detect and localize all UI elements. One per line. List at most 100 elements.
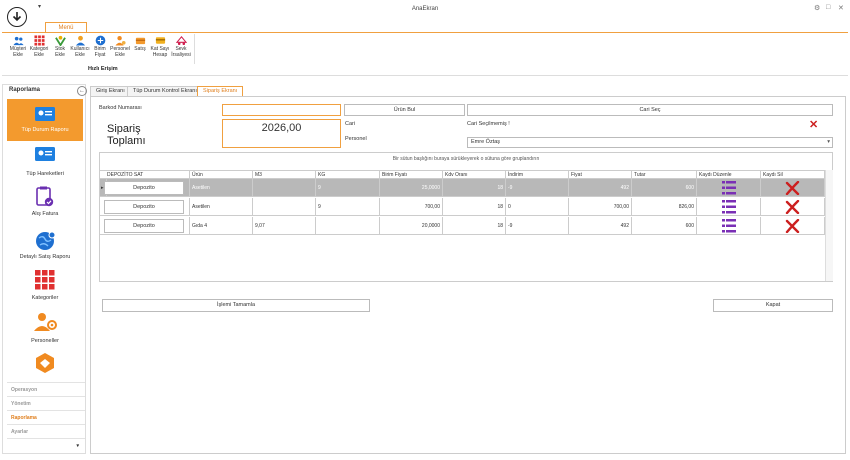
discount-cell[interactable]: -9 xyxy=(506,179,569,197)
sidebar-title: Raporlama xyxy=(9,87,41,93)
total-cell[interactable]: 826,00 xyxy=(632,198,697,216)
ribbon-stock-add-button[interactable]: Stok Ekle xyxy=(50,35,70,65)
product-cell[interactable]: Asetilen xyxy=(190,179,253,197)
order-total-title: Sipariş Toplamı xyxy=(107,123,146,147)
vat-cell[interactable]: 18 xyxy=(443,179,506,197)
tab-tube-status-control[interactable]: Tüp Durum Kontrol Ekranı xyxy=(127,86,203,96)
download-arrow-icon xyxy=(12,12,22,22)
kg-cell[interactable]: 9 xyxy=(316,198,380,216)
unit-price-cell[interactable]: 700,00 xyxy=(380,198,443,216)
staff-select-value: Emre Öztaş xyxy=(471,139,501,145)
total-cell[interactable]: 600 xyxy=(632,217,697,235)
ribbon-button-label: Müşteri Ekle xyxy=(9,46,27,58)
vat-cell[interactable]: 18 xyxy=(443,217,506,235)
table-row[interactable]: Depozito Asetilen 9 700,00 18 0 700,00 8… xyxy=(100,198,825,216)
user-add-icon xyxy=(75,35,85,46)
edit-list-icon[interactable] xyxy=(721,219,736,233)
table-row[interactable]: ▸ Depozito Asetilen 9 25,0000 18 -9 492 … xyxy=(100,179,825,197)
delete-x-icon[interactable] xyxy=(785,180,800,196)
close-button[interactable]: Kapat xyxy=(713,299,833,312)
ribbon-unit-price-button[interactable]: Birim Fiyat xyxy=(90,35,110,65)
m3-cell[interactable] xyxy=(253,198,316,216)
shipping-icon xyxy=(175,35,187,45)
ribbon-customer-add-button[interactable]: Müşteri Ekle xyxy=(8,35,28,65)
clear-account-icon[interactable]: ✕ xyxy=(809,118,818,131)
discount-cell[interactable]: -9 xyxy=(506,217,569,235)
sidebar-item-tube-status-report[interactable]: Tüp Durum Raporu xyxy=(7,99,83,141)
product-cell[interactable]: Gıda 4 xyxy=(190,217,253,235)
customers-icon xyxy=(12,36,24,46)
ribbon-button-label: Sevk İrsaliyesi xyxy=(171,46,191,58)
sidebar-back-button[interactable]: ← xyxy=(77,86,87,96)
ribbon-button-label: Satış xyxy=(134,46,146,52)
sidebar-group-reporting[interactable]: Raporlama xyxy=(7,410,85,424)
ribbon-category-add-button[interactable]: Kategori Ekle xyxy=(29,35,49,65)
edit-list-icon[interactable] xyxy=(721,181,736,195)
sidebar-item-label: Personeller xyxy=(31,338,59,344)
sidebar-item-purchase-invoice[interactable]: Alış Fatura xyxy=(7,186,83,222)
sidebar-item-detailed-sales-report[interactable]: Detaylı Satış Raporu xyxy=(7,230,83,266)
edit-list-icon[interactable] xyxy=(721,200,736,214)
staff-select[interactable]: Emre Öztaş ▾ xyxy=(467,137,833,148)
sidebar-more-dropdown[interactable]: ▾ xyxy=(7,438,85,452)
m3-cell[interactable]: 9,07 xyxy=(253,217,316,235)
kg-cell[interactable]: 9 xyxy=(316,179,380,197)
delete-x-icon[interactable] xyxy=(785,218,800,234)
find-product-button[interactable]: Ürün Bul xyxy=(344,104,465,116)
id-card-icon xyxy=(35,147,55,161)
sidebar-group-settings[interactable]: Ayarlar xyxy=(7,424,85,438)
deposit-sell-button[interactable]: Depozito xyxy=(104,181,184,195)
ribbon-group-divider xyxy=(194,34,195,64)
sidebar-group-operations[interactable]: Operasyon xyxy=(7,382,85,396)
ribbon-button-label: Personel Ekle xyxy=(110,46,130,58)
total-cell[interactable]: 600 xyxy=(632,179,697,197)
deposit-cell: Depozito xyxy=(100,198,190,216)
table-row[interactable]: Depozito Gıda 4 9,07 20,0000 18 -9 492 6… xyxy=(100,217,825,235)
complete-transaction-button[interactable]: İşlemi Tamamla xyxy=(102,299,370,312)
grid-header: DEPOZİTO SAT Ürün M3 KG Birim Fiyatı Kdv… xyxy=(100,170,825,180)
grid-icon xyxy=(35,270,55,290)
product-cell[interactable]: Asetilen xyxy=(190,198,253,216)
sidebar-item-tube-movements[interactable]: Tüp Hareketleri xyxy=(7,147,83,183)
discount-cell[interactable]: 0 xyxy=(506,198,569,216)
account-label: Cari xyxy=(345,121,356,127)
edit-cell xyxy=(697,217,761,235)
kg-cell[interactable] xyxy=(316,217,380,235)
price-cell[interactable]: 492 xyxy=(569,179,632,197)
ribbon-staff-add-button[interactable]: Personel Ekle xyxy=(110,35,130,65)
ribbon-shipping-note-button[interactable]: Sevk İrsaliyesi xyxy=(171,35,191,65)
m3-cell[interactable] xyxy=(253,179,316,197)
ribbon-multiplier-calc-button[interactable]: Kat Sayı Hesap xyxy=(150,35,170,65)
close-window-icon[interactable]: ✕ xyxy=(838,4,844,12)
unit-price-cell[interactable]: 20,0000 xyxy=(380,217,443,235)
delete-x-icon[interactable] xyxy=(785,199,800,215)
sidebar-item-label: Alış Fatura xyxy=(31,211,59,217)
sidebar-item-extra[interactable] xyxy=(7,352,83,376)
grid-vertical-scrollbar[interactable] xyxy=(825,170,833,281)
vat-cell[interactable]: 18 xyxy=(443,198,506,216)
sidebar-item-categories[interactable]: Kategoriler xyxy=(7,270,83,306)
deposit-sell-button[interactable]: Depozito xyxy=(104,219,184,233)
deposit-cell: Depozito xyxy=(100,217,190,235)
globe-icon xyxy=(36,231,56,250)
staff-gear-icon xyxy=(34,313,57,331)
unit-price-cell[interactable]: 25,0000 xyxy=(380,179,443,197)
sidebar-group-management[interactable]: Yönetim xyxy=(7,396,85,410)
delete-cell xyxy=(761,198,825,216)
tab-home-screen[interactable]: Giriş Ekranı xyxy=(90,86,131,96)
settings-window-icon[interactable]: ⚙ xyxy=(814,4,820,12)
barcode-input[interactable] xyxy=(222,104,341,116)
select-account-button[interactable]: Cari Seç xyxy=(467,104,833,116)
ribbon-sale-button[interactable]: Satış xyxy=(130,35,150,65)
price-cell[interactable]: 700,00 xyxy=(569,198,632,216)
ribbon-user-add-button[interactable]: Kullanıcı Ekle xyxy=(70,35,90,65)
sidebar-item-staff[interactable]: Personeller xyxy=(7,312,83,348)
price-cell[interactable]: 492 xyxy=(569,217,632,235)
tab-order-screen[interactable]: Sipariş Ekranı xyxy=(197,86,244,96)
deposit-sell-button[interactable]: Depozito xyxy=(104,200,184,214)
deposit-cell: Depozito xyxy=(100,179,190,197)
edit-cell xyxy=(697,179,761,197)
categories-icon xyxy=(33,35,45,46)
ribbon-button-label: Kat Sayı Hesap xyxy=(150,46,170,58)
maximize-window-icon[interactable]: □ xyxy=(826,4,830,11)
